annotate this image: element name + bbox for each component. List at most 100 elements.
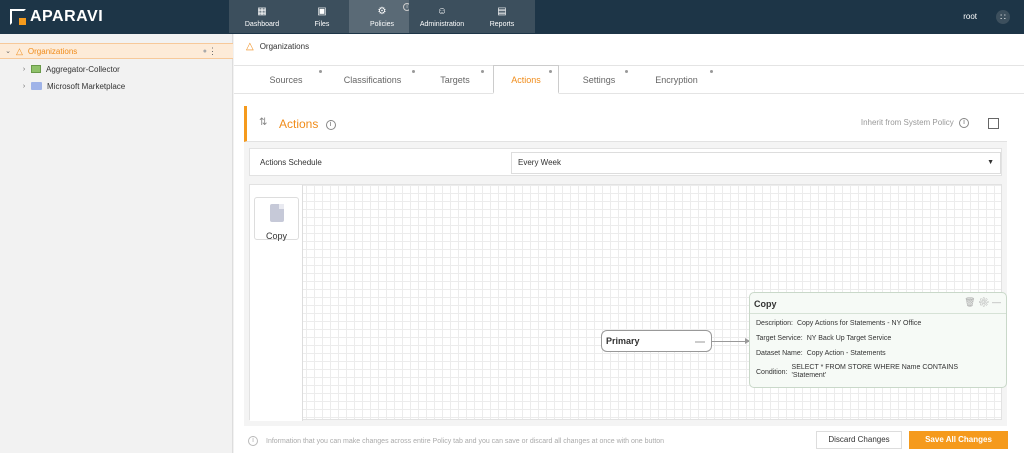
aparavi-logo[interactable]: APARAVI: [10, 8, 103, 26]
folder-icon: [31, 82, 42, 90]
collector-icon: [31, 65, 41, 73]
condition-value: SELECT * FROM STORE WHERE Name CONTAINS …: [791, 364, 958, 379]
tree-item-microsoft-marketplace[interactable]: › Microsoft Marketplace: [0, 78, 233, 94]
actions-panel: ⇅ Actions i Inherit from System Policy i…: [244, 106, 1007, 426]
tab-label: Actions: [511, 75, 541, 85]
logo-mark-icon: [10, 9, 26, 25]
info-icon[interactable]: i: [325, 119, 336, 130]
tab-indicator: [319, 70, 322, 73]
flow-canvas[interactable]: Copy Primary Copy 🗑 ⚙ — Description: Copy…: [249, 184, 1007, 421]
tab-sources[interactable]: Sources: [254, 66, 322, 94]
target-service-key: Target Service:: [756, 335, 803, 342]
dataset-key: Dataset Name:: [756, 350, 803, 357]
connector-arrow: [712, 338, 750, 344]
tab-label: Targets: [440, 75, 470, 85]
nav-dashboard[interactable]: ▦ Dashboard: [229, 0, 295, 33]
copy-tool-label: Copy: [265, 231, 287, 241]
tab-label: Classifications: [343, 75, 402, 85]
nav-dashboard-label: Dashboard: [244, 21, 280, 28]
tab-encryption[interactable]: Encryption: [644, 66, 713, 94]
inherit-label: Inherit from System Policy i: [861, 118, 969, 128]
report-icon: ▤: [497, 6, 507, 17]
target-service-row: Target Service: NY Back Up Target Service: [756, 335, 891, 342]
dataset-row: Dataset Name: Copy Action - Statements: [756, 350, 886, 357]
schedule-label: Actions Schedule: [260, 158, 322, 167]
more-menu-icon[interactable]: ⋮: [208, 46, 217, 57]
description-row: Description: Copy Actions for Statements …: [756, 320, 921, 327]
gear-icon[interactable]: ⚙: [978, 297, 989, 307]
target-service-value: NY Back Up Target Service: [806, 335, 892, 342]
schedule-select[interactable]: Every Week ▼: [511, 152, 1001, 174]
tab-indicator: [412, 70, 415, 73]
copy-action-node[interactable]: Copy 🗑 ⚙ — Description: Copy Actions for …: [749, 292, 1007, 388]
nav-reports-label: Reports: [489, 21, 515, 28]
chevron-right-icon[interactable]: ›: [20, 83, 28, 90]
tab-targets[interactable]: Targets: [430, 66, 484, 94]
apps-grid-icon[interactable]: ∷: [996, 10, 1010, 24]
tab-indicator: [625, 70, 628, 73]
tab-actions[interactable]: Actions: [493, 65, 559, 94]
nav-files[interactable]: ▣ Files: [289, 0, 355, 33]
primary-node[interactable]: Primary: [601, 330, 712, 352]
folder-icon: ▣: [317, 6, 327, 17]
info-icon: i: [248, 436, 258, 446]
sidebar: ⌄ △ Organizations ● ⋮ › Aggregator-Colle…: [0, 34, 233, 453]
organization-icon: △: [246, 41, 254, 52]
nav-policies-label: Policies: [369, 21, 395, 28]
tree-item-label: Aggregator-Collector: [46, 64, 120, 74]
condition-row: Condition: SELECT * FROM STORE WHERE Nam…: [756, 364, 970, 380]
discard-changes-button[interactable]: Discard Changes: [816, 431, 902, 449]
panel-title-text: Actions: [279, 117, 319, 131]
chevron-right-icon[interactable]: ›: [20, 66, 28, 73]
organization-icon: △: [16, 45, 23, 56]
copy-document-icon: [269, 204, 284, 222]
tab-label: Sources: [269, 75, 303, 85]
tab-indicator: [549, 70, 552, 73]
caret-down-icon: ▼: [987, 159, 994, 166]
tab-bar: Sources Classifications Targets Actions …: [234, 65, 1024, 94]
trash-icon[interactable]: 🗑: [964, 297, 975, 307]
breadcrumb-label[interactable]: Organizations: [260, 42, 309, 51]
tab-indicator: [481, 70, 484, 73]
tab-settings[interactable]: Settings: [574, 66, 628, 94]
info-icon[interactable]: i: [959, 118, 969, 128]
nav-reports[interactable]: ▤ Reports: [469, 0, 535, 33]
tab-label: Encryption: [655, 75, 698, 85]
breadcrumb: △ Organizations: [246, 41, 309, 52]
description-value: Copy Actions for Statements - NY Office: [796, 320, 922, 327]
logo-text: APARAVI: [30, 8, 104, 25]
nav-administration-label: Administration: [419, 21, 465, 28]
tree-item-organizations[interactable]: ⌄ △ Organizations ● ⋮: [0, 43, 233, 59]
main-content: △ Organizations Sources Classifications …: [234, 34, 1024, 453]
footer-note: i Information that you can make changes …: [248, 436, 664, 446]
tree-item-label: Organizations: [27, 46, 78, 56]
status-dot-icon: ●: [202, 47, 207, 55]
description-key: Description:: [756, 320, 793, 327]
footer-note-text: Information that you can make changes ac…: [266, 437, 665, 445]
divider: [750, 313, 1006, 314]
users-icon: ☺: [436, 6, 448, 17]
collapse-icon[interactable]: —: [992, 297, 1001, 307]
condition-key: Condition:: [756, 369, 788, 376]
tree-item-aggregator-collector[interactable]: › Aggregator-Collector: [0, 61, 233, 77]
action-palette: Copy: [250, 185, 303, 421]
save-all-changes-button[interactable]: Save All Changes: [909, 431, 1008, 449]
chevron-down-icon[interactable]: ⌄: [4, 47, 12, 55]
inherit-label-text: Inherit from System Policy: [860, 118, 954, 128]
dataset-value: Copy Action - Statements: [806, 350, 886, 357]
copy-tool-button[interactable]: Copy: [254, 197, 299, 241]
nav-files-label: Files: [314, 21, 330, 28]
tab-indicator: [710, 70, 713, 73]
nav-policies[interactable]: ⚙ Policies i: [349, 0, 415, 33]
user-name[interactable]: root: [963, 12, 977, 21]
inherit-checkbox[interactable]: [988, 118, 999, 129]
sort-arrows-icon: ⇅: [259, 117, 268, 128]
drag-handle-icon[interactable]: [695, 341, 705, 343]
schedule-row: Actions Schedule Every Week ▼: [249, 148, 1002, 176]
dashboard-icon: ▦: [257, 6, 267, 17]
tree-item-label: Microsoft Marketplace: [47, 81, 126, 91]
top-bar: APARAVI ▦ Dashboard ▣ Files ⚙ Policies i…: [0, 0, 1024, 34]
nav-administration[interactable]: ☺ Administration: [409, 0, 475, 33]
tab-classifications[interactable]: Classifications: [334, 66, 415, 94]
panel-title: Actions i: [279, 117, 336, 131]
